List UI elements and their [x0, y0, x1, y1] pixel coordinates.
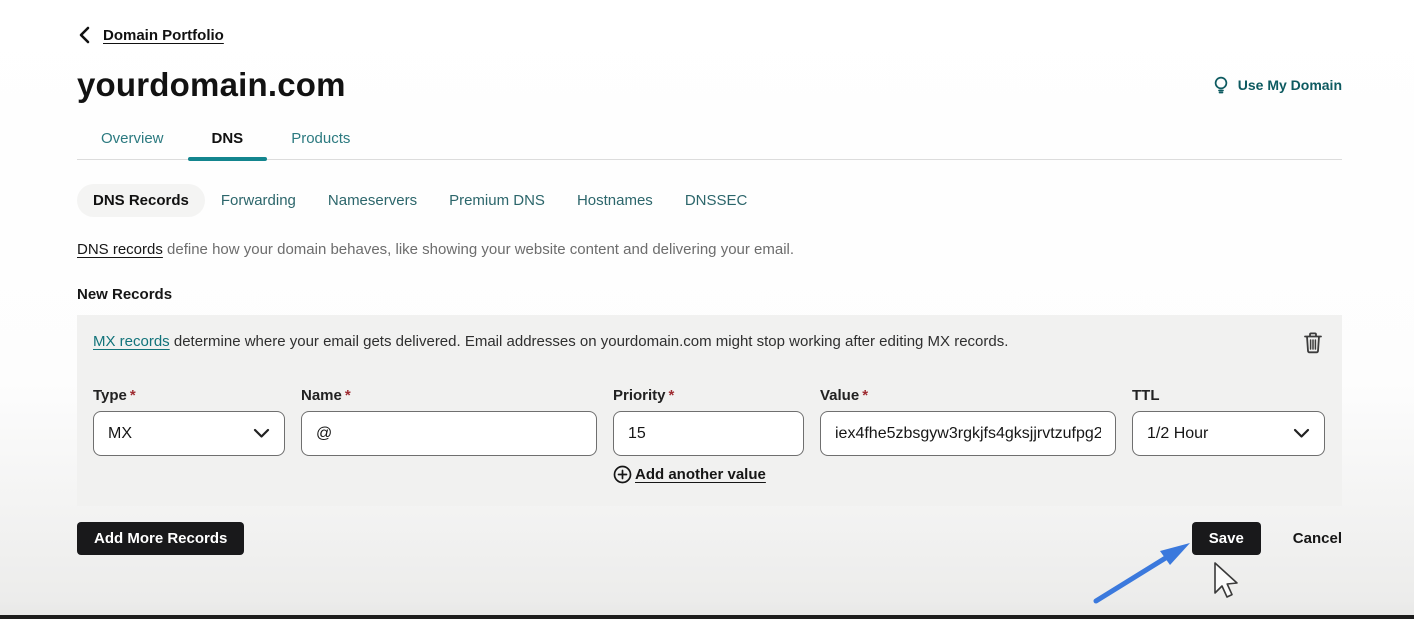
- save-button[interactable]: Save: [1192, 522, 1261, 555]
- ttl-label: TTL: [1132, 387, 1325, 404]
- back-link-label: Domain Portfolio: [103, 27, 224, 44]
- field-value: Value*: [820, 387, 1116, 456]
- tab-overview[interactable]: Overview: [77, 120, 188, 159]
- type-label: Type*: [93, 387, 285, 404]
- mx-warning-text: MX records determine where your email ge…: [93, 329, 1008, 350]
- plus-circle-icon: [613, 465, 632, 484]
- cancel-button[interactable]: Cancel: [1293, 530, 1342, 547]
- dns-subtab-bar: DNS Records Forwarding Nameservers Premi…: [77, 184, 1342, 217]
- name-label: Name*: [301, 387, 597, 404]
- ttl-select-value: 1/2 Hour: [1147, 425, 1208, 443]
- add-another-value-label: Add another value: [635, 466, 766, 483]
- main-tab-bar: Overview DNS Products: [77, 120, 1342, 160]
- record-form: Type* MX Name*: [93, 387, 1326, 484]
- field-ttl: TTL 1/2 Hour: [1132, 387, 1325, 456]
- new-record-panel: MX records determine where your email ge…: [77, 315, 1342, 506]
- chevron-down-icon: [253, 428, 270, 439]
- breadcrumb: Domain Portfolio: [77, 26, 1342, 44]
- use-my-domain-label: Use My Domain: [1238, 77, 1342, 93]
- dns-description-text: define how your domain behaves, like sho…: [163, 241, 794, 258]
- tab-products[interactable]: Products: [267, 120, 374, 159]
- chevron-down-icon: [1293, 428, 1310, 439]
- mx-records-help-link[interactable]: MX records: [93, 333, 170, 350]
- field-type: Type* MX: [93, 387, 285, 456]
- subtab-premium-dns[interactable]: Premium DNS: [433, 184, 561, 217]
- tab-dns[interactable]: DNS: [188, 120, 268, 159]
- mouse-cursor: [1215, 563, 1237, 597]
- dns-description: DNS records define how your domain behav…: [77, 241, 1342, 258]
- subtab-forwarding[interactable]: Forwarding: [205, 184, 312, 217]
- action-bar: Add More Records Save Cancel: [77, 522, 1342, 555]
- dns-management-page: Domain Portfolio yourdomain.com Use My D…: [0, 0, 1414, 555]
- type-select-value: MX: [108, 425, 132, 443]
- priority-label: Priority*: [613, 387, 804, 404]
- dns-records-help-link[interactable]: DNS records: [77, 241, 163, 258]
- ttl-select[interactable]: 1/2 Hour: [1132, 411, 1325, 456]
- add-more-records-button[interactable]: Add More Records: [77, 522, 244, 555]
- priority-input[interactable]: [628, 425, 789, 443]
- subtab-dns-records[interactable]: DNS Records: [77, 184, 205, 217]
- type-select[interactable]: MX: [93, 411, 285, 456]
- chevron-left-icon: [77, 26, 91, 44]
- subtab-dnssec[interactable]: DNSSEC: [669, 184, 764, 217]
- field-priority: Priority*: [613, 387, 804, 456]
- add-another-value-button[interactable]: Add another value: [613, 465, 804, 484]
- delete-record-button[interactable]: [1300, 329, 1326, 357]
- subtab-nameservers[interactable]: Nameservers: [312, 184, 433, 217]
- subtab-hostnames[interactable]: Hostnames: [561, 184, 669, 217]
- page-title: yourdomain.com: [77, 66, 346, 104]
- trash-icon: [1302, 342, 1324, 359]
- value-label: Value*: [820, 387, 1116, 404]
- name-input[interactable]: [316, 425, 582, 443]
- lightbulb-icon: [1212, 75, 1230, 95]
- field-name: Name*: [301, 387, 597, 456]
- mx-warning-rest: determine where your email gets delivere…: [170, 333, 1009, 350]
- use-my-domain-button[interactable]: Use My Domain: [1212, 75, 1342, 95]
- new-records-heading: New Records: [77, 286, 1342, 303]
- value-input[interactable]: [835, 425, 1101, 443]
- back-to-domain-portfolio-link[interactable]: Domain Portfolio: [77, 26, 224, 44]
